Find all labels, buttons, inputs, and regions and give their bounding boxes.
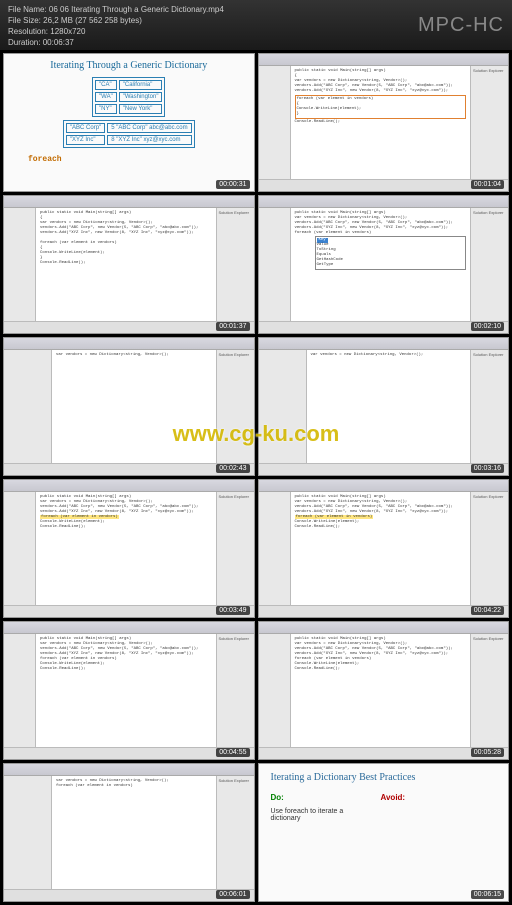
- file-name-label: File Name:: [8, 5, 47, 14]
- ide-code-editor: public static void Main(string[] args) v…: [291, 492, 471, 605]
- timestamp-badge: 00:00:31: [216, 180, 249, 189]
- ide-test-panel: [4, 776, 52, 889]
- ide-code-editor: public static void Main(string[] args) v…: [291, 634, 471, 747]
- timestamp-badge: 00:05:28: [471, 748, 504, 757]
- duration-value: 00:06:37: [43, 38, 74, 47]
- thumbnail-ide[interactable]: public static void Main(string[] args) {…: [258, 53, 510, 192]
- ide-code-editor: public static void Main(string[] args) v…: [291, 208, 471, 321]
- thumbnail-ide[interactable]: public static void Main(string[] args) v…: [258, 479, 510, 618]
- ide-test-panel: [259, 350, 307, 463]
- slide-keyword: foreach: [28, 155, 62, 164]
- player-container: File Name: 06 06 Iterating Through a Gen…: [0, 0, 512, 905]
- thumbnail-ide[interactable]: public static void Main(string[] args) v…: [3, 479, 255, 618]
- timestamp-badge: 00:02:10: [471, 322, 504, 331]
- thumbnail-ide[interactable]: var vendors = new Dictionary<string, Ven…: [3, 337, 255, 476]
- file-metadata: File Name: 06 06 Iterating Through a Gen…: [8, 4, 224, 48]
- ide-code-editor: var vendors = new Dictionary<string, Ven…: [52, 350, 216, 463]
- player-logo: MPC-HC: [418, 20, 504, 31]
- ide-code-editor: public static void Main(string[] args) v…: [36, 492, 216, 605]
- file-size-value: 26,2 MB (27 562 258 bytes): [43, 16, 142, 25]
- timestamp-badge: 00:03:49: [216, 606, 249, 615]
- slide-table-states: "CA""California" "WA""Washington" "NY""N…: [92, 77, 165, 117]
- ide-solution-panel: [4, 208, 36, 321]
- intellisense-popup: Key Value ToString Equals GetHashCode Ge…: [315, 236, 467, 270]
- file-name-value: 06 06 Iterating Through a Generic Dictio…: [49, 5, 224, 14]
- slide-title: Iterating a Dictionary Best Practices: [271, 772, 497, 783]
- ide-solution-panel: [259, 492, 291, 605]
- timestamp-badge: 00:04:22: [471, 606, 504, 615]
- do-heading: Do:: [271, 793, 361, 802]
- ide-code-editor: var vendors = new Dictionary<string, Ven…: [307, 350, 471, 463]
- ide-code-editor: public static void Main(string[] args) v…: [36, 634, 216, 747]
- thumbnail-ide[interactable]: public static void Main(string[] args) v…: [258, 195, 510, 334]
- ide-code-editor: var vendors = new Dictionary<string, Ven…: [52, 776, 216, 889]
- thumbnail-ide[interactable]: public static void Main(string[] args) v…: [3, 621, 255, 760]
- timestamp-badge: 00:01:37: [216, 322, 249, 331]
- timestamp-badge: 00:04:55: [216, 748, 249, 757]
- resolution-label: Resolution:: [8, 27, 48, 36]
- ide-solution-panel: [4, 634, 36, 747]
- ide-solution-panel: [259, 66, 291, 179]
- ide-titlebar: [259, 54, 509, 66]
- ide-code-editor: public static void Main(string[] args){ …: [36, 208, 216, 321]
- avoid-heading: Avoid:: [381, 793, 406, 802]
- do-text: Use foreach to iterate a dictionary: [271, 808, 361, 822]
- highlighted-line: foreach (var element in vendors): [40, 515, 119, 519]
- thumbnail-ide[interactable]: var vendors = new Dictionary<string, Ven…: [3, 763, 255, 902]
- highlighted-block: foreach (var element in vendors) { Conso…: [295, 95, 467, 119]
- timestamp-badge: 00:03:16: [471, 464, 504, 473]
- timestamp-badge: 00:01:04: [471, 180, 504, 189]
- player-header: File Name: 06 06 Iterating Through a Gen…: [0, 0, 512, 50]
- thumbnail-ide[interactable]: public static void Main(string[] args){ …: [3, 195, 255, 334]
- ide-test-panel: [4, 350, 52, 463]
- thumbnail-grid: Iterating Through a Generic Dictionary "…: [0, 50, 512, 905]
- ide-solution-panel: [4, 492, 36, 605]
- ide-solution-panel: [259, 208, 291, 321]
- duration-label: Duration:: [8, 38, 40, 47]
- resolution-value: 1280x720: [50, 27, 85, 36]
- timestamp-badge: 00:02:43: [216, 464, 249, 473]
- file-size-label: File Size:: [8, 16, 41, 25]
- ide-code-editor: public static void Main(string[] args) {…: [291, 66, 471, 179]
- thumbnail-ide[interactable]: var vendors = new Dictionary<string, Ven…: [258, 337, 510, 476]
- ide-solution-panel: [259, 634, 291, 747]
- slide-table-vendors: "ABC Corp"5 "ABC Corp" abc@abc.com "XYZ …: [63, 120, 195, 148]
- thumbnail-slide-intro[interactable]: Iterating Through a Generic Dictionary "…: [3, 53, 255, 192]
- highlighted-line: foreach (var element in vendors): [295, 515, 374, 519]
- thumbnail-slide-bestpractices[interactable]: Iterating a Dictionary Best Practices Do…: [258, 763, 510, 902]
- ide-solution-explorer: Solution Explorer: [470, 66, 508, 179]
- slide-title: Iterating Through a Generic Dictionary: [50, 60, 207, 71]
- thumbnail-ide[interactable]: public static void Main(string[] args) v…: [258, 621, 510, 760]
